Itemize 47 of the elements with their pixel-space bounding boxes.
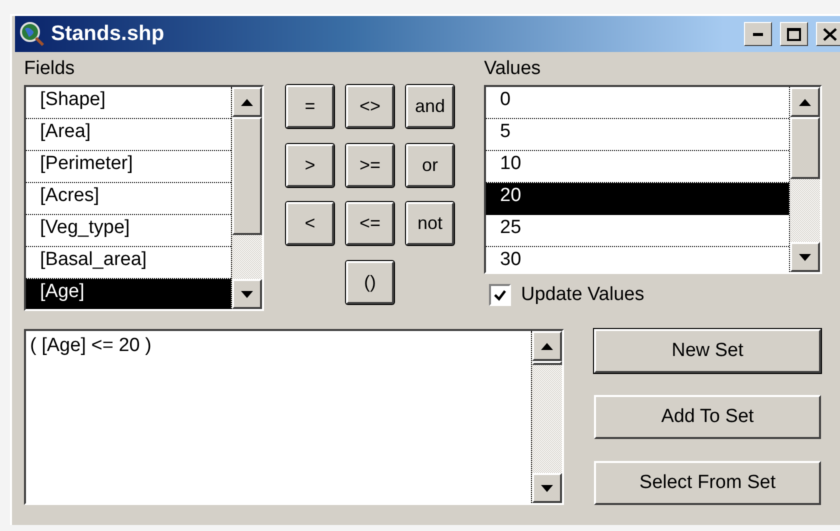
value-item[interactable]: 20 <box>486 183 789 215</box>
set-button[interactable]: Select From Set <box>594 461 821 505</box>
update-values-checkbox[interactable] <box>489 284 511 306</box>
scrollbar[interactable] <box>231 87 262 309</box>
scrollbar[interactable] <box>531 331 562 503</box>
checkmark-icon <box>494 290 506 300</box>
values-label: Values <box>484 58 542 81</box>
fields-label: Fields <box>24 58 76 81</box>
scroll-thumb[interactable] <box>532 361 562 365</box>
operator-button[interactable]: = <box>286 85 334 128</box>
expression-field[interactable]: ( [Age] <= 20 ) <box>24 329 564 505</box>
scrollbar[interactable] <box>789 87 820 272</box>
scroll-up-button[interactable] <box>532 331 562 361</box>
operator-button[interactable]: not <box>406 202 454 245</box>
operator-button[interactable]: () <box>346 260 394 304</box>
operator-button[interactable]: < <box>286 202 334 245</box>
minimize-button[interactable] <box>744 22 772 46</box>
down-arrow-icon <box>799 254 811 260</box>
scroll-up-button[interactable] <box>790 87 820 117</box>
set-button[interactable]: New Set <box>594 329 821 373</box>
operator-button[interactable]: >= <box>346 144 394 186</box>
globe-magnifier-icon <box>19 21 45 47</box>
close-icon <box>823 28 837 40</box>
up-arrow-icon <box>799 98 811 106</box>
close-button[interactable] <box>816 22 840 46</box>
up-arrow-icon <box>241 98 253 106</box>
up-arrow-icon <box>541 342 553 350</box>
window-title: Stands.shp <box>51 22 166 46</box>
scroll-thumb[interactable] <box>232 117 262 235</box>
down-arrow-icon <box>541 484 553 492</box>
maximize-icon <box>787 28 801 40</box>
scroll-up-button[interactable] <box>232 87 262 117</box>
operator-button[interactable]: <> <box>346 85 394 128</box>
set-button[interactable]: Add To Set <box>594 395 821 439</box>
operator-button[interactable]: or <box>406 144 454 186</box>
field-item[interactable]: [Age] <box>26 279 231 309</box>
update-values-label: Update Values <box>521 284 644 306</box>
maximize-button[interactable] <box>780 22 808 46</box>
scroll-down-button[interactable] <box>790 242 820 272</box>
down-arrow-icon <box>241 290 253 298</box>
operator-button[interactable]: <= <box>346 202 394 245</box>
scroll-down-button[interactable] <box>532 473 562 503</box>
operator-button[interactable]: and <box>406 85 454 128</box>
scroll-thumb[interactable] <box>790 117 820 179</box>
scroll-down-button[interactable] <box>232 279 262 309</box>
minimize-icon <box>753 32 763 36</box>
operator-button[interactable]: > <box>286 144 334 186</box>
